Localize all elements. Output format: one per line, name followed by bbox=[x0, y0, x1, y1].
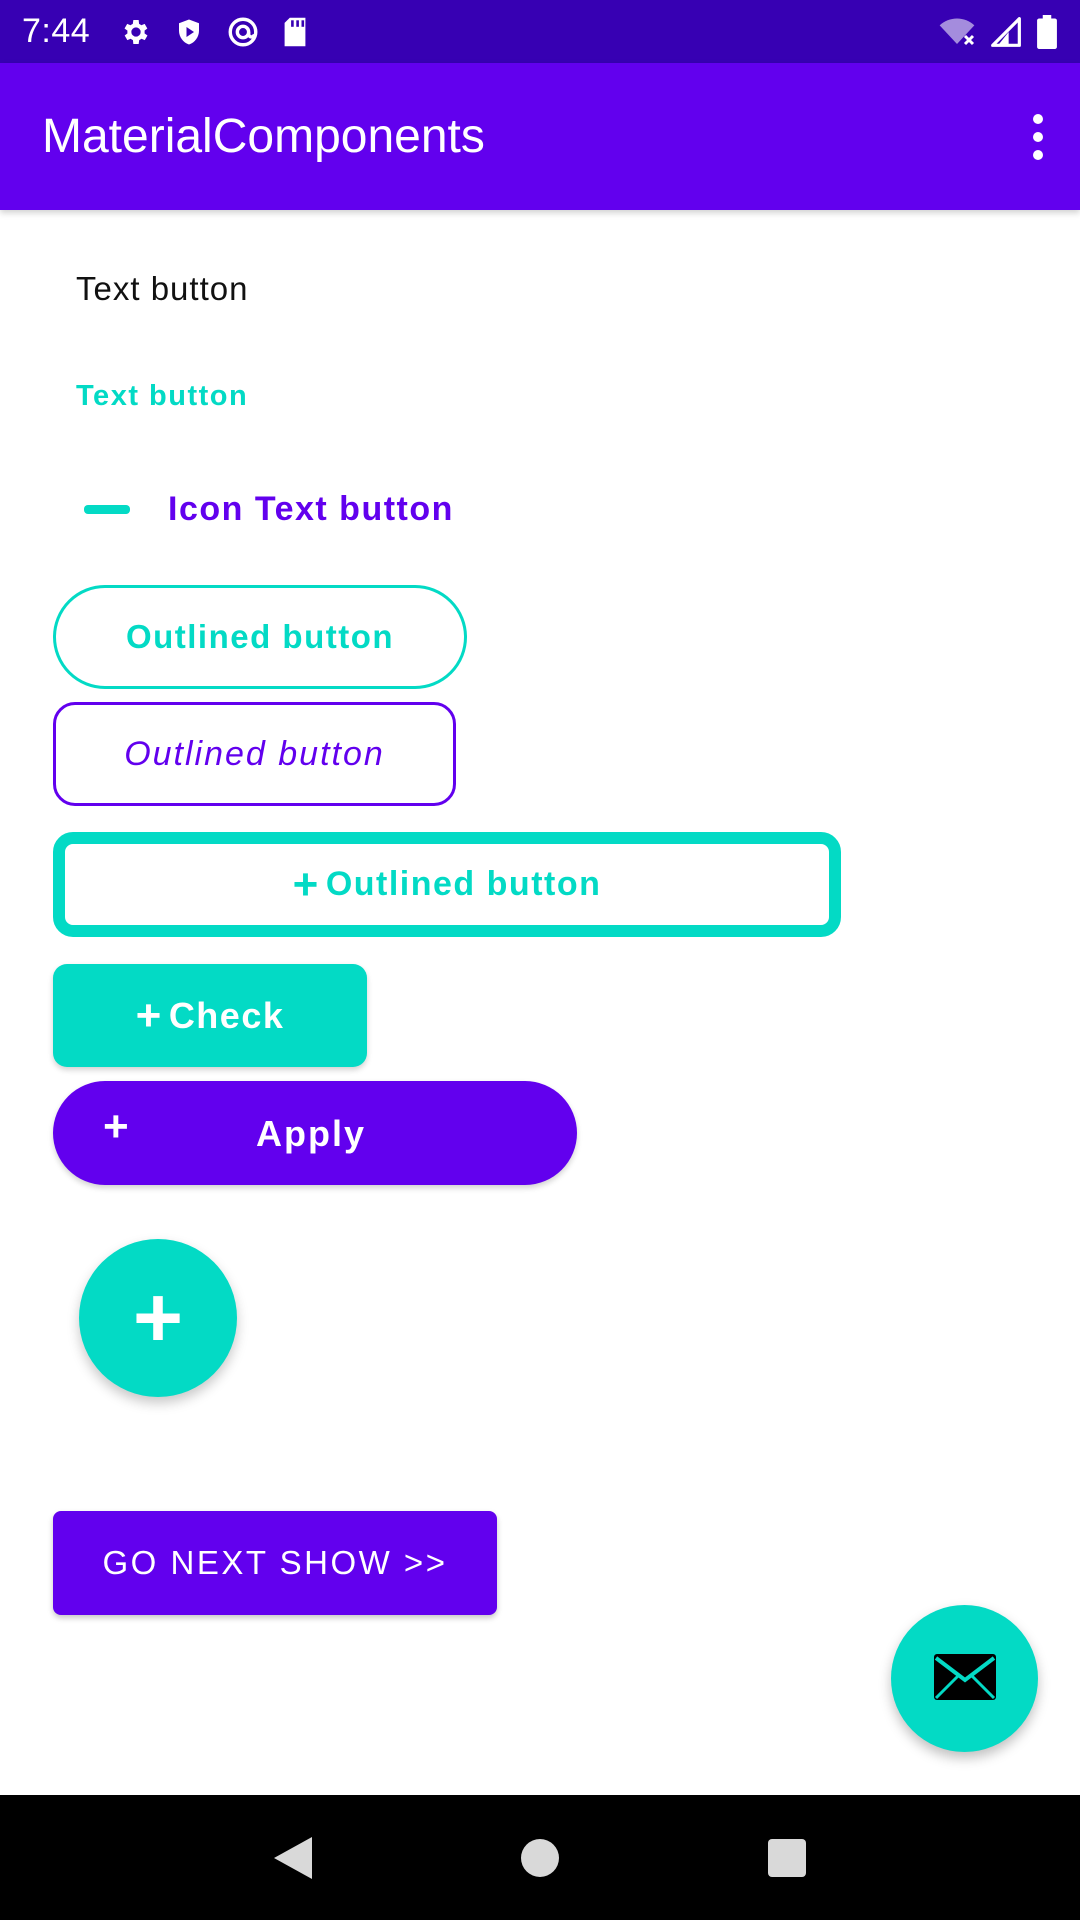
wifi-off-icon bbox=[938, 16, 976, 48]
sd-card-icon bbox=[282, 16, 308, 48]
status-bar: 7:44 bbox=[0, 0, 1080, 63]
plus-icon: + bbox=[132, 1270, 184, 1366]
app-bar: MaterialComponents bbox=[0, 63, 1080, 210]
plus-icon: + bbox=[135, 990, 163, 1040]
fab-mail-button[interactable] bbox=[891, 1605, 1038, 1752]
back-icon[interactable] bbox=[253, 1818, 333, 1898]
text-button-colored[interactable]: Text button bbox=[76, 380, 248, 413]
text-button-default[interactable]: Text button bbox=[76, 270, 248, 308]
recents-icon[interactable] bbox=[747, 1818, 827, 1898]
navigation-bar bbox=[0, 1795, 1080, 1920]
outlined-button-italic-label: Outlined button bbox=[124, 734, 385, 773]
status-icons-left bbox=[120, 15, 308, 49]
status-time: 7:44 bbox=[22, 12, 91, 50]
apply-button[interactable]: + Apply bbox=[53, 1081, 577, 1185]
mail-icon bbox=[932, 1652, 998, 1705]
outlined-button-pill[interactable]: Outlined button bbox=[53, 585, 467, 689]
go-next-show-label: GO NEXT SHOW >> bbox=[102, 1544, 448, 1581]
outlined-button-with-icon[interactable]: + Outlined button bbox=[53, 832, 841, 937]
plus-icon: + bbox=[103, 1102, 131, 1151]
battery-icon bbox=[1036, 14, 1058, 49]
status-icons-right bbox=[938, 14, 1058, 49]
content: Text button Text button Icon Text button… bbox=[0, 210, 1080, 1795]
icon-text-button[interactable]: Icon Text button bbox=[84, 490, 454, 529]
minus-icon bbox=[84, 505, 130, 514]
go-next-show-button[interactable]: GO NEXT SHOW >> bbox=[53, 1511, 497, 1615]
outlined-button-with-icon-label: Outlined button bbox=[325, 865, 602, 903]
check-button-label: Check bbox=[168, 994, 285, 1036]
apply-button-label: Apply bbox=[256, 1113, 367, 1154]
icon-text-button-label: Icon Text button bbox=[168, 490, 454, 528]
home-icon[interactable] bbox=[500, 1818, 580, 1898]
plus-icon: + bbox=[292, 859, 320, 909]
at-sign-icon bbox=[226, 15, 260, 49]
signal-icon bbox=[990, 16, 1022, 48]
outlined-button-italic[interactable]: Outlined button bbox=[53, 702, 456, 806]
fab-add-button[interactable]: + bbox=[79, 1239, 237, 1397]
outlined-button-pill-label: Outlined button bbox=[125, 618, 395, 655]
gear-icon bbox=[120, 16, 152, 48]
more-vert-icon[interactable] bbox=[1018, 107, 1058, 167]
check-button[interactable]: + Check bbox=[53, 964, 367, 1067]
shield-play-icon bbox=[174, 16, 204, 48]
app-title: MaterialComponents bbox=[42, 110, 485, 163]
